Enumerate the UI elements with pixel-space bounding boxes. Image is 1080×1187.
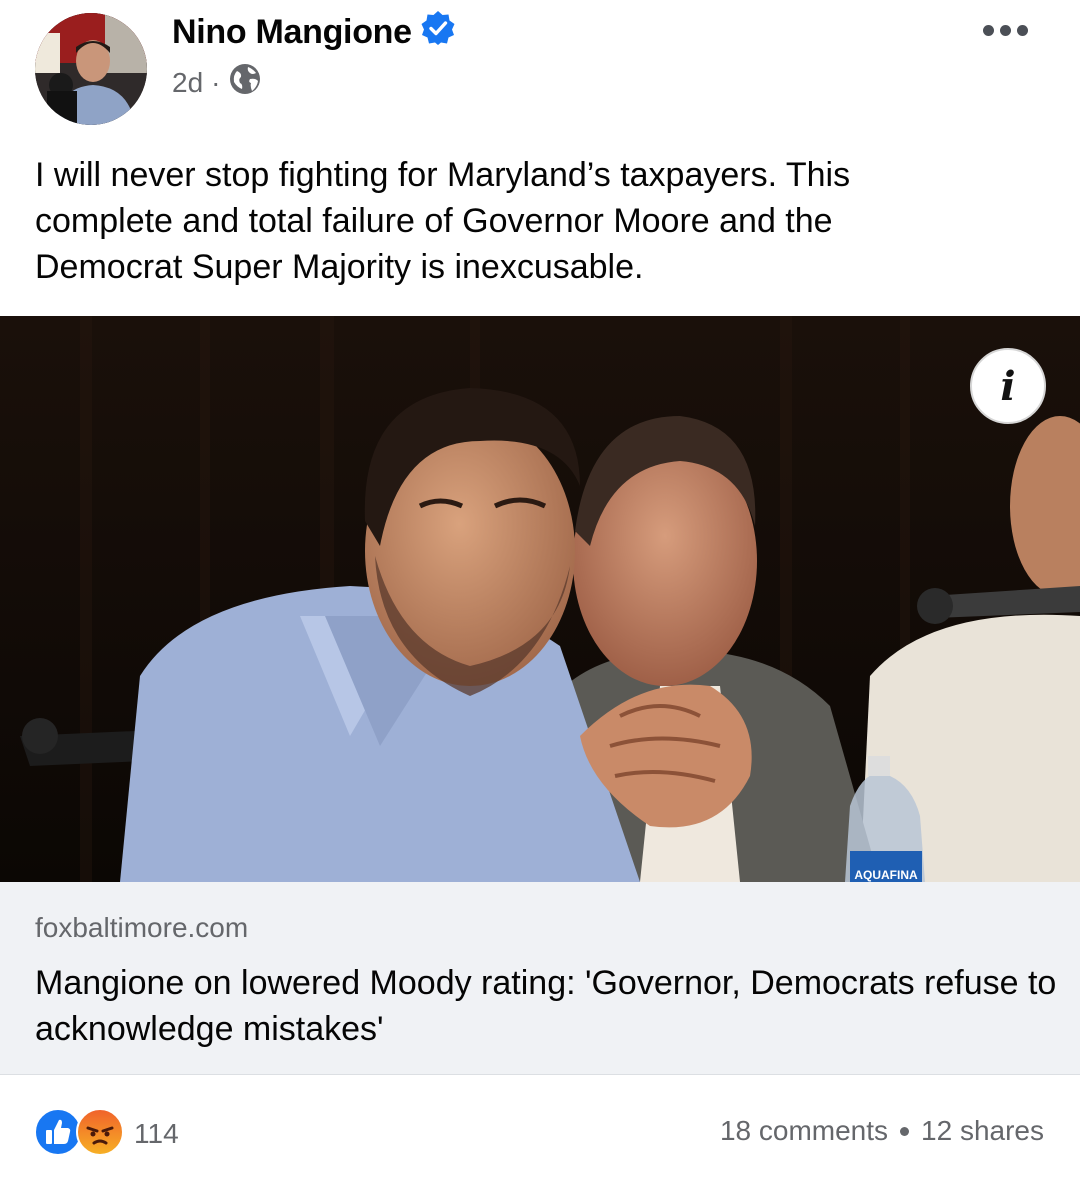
link-domain: foxbaltimore.com: [35, 912, 249, 943]
engagement-stats: 18 comments 12 shares: [720, 1115, 1044, 1147]
post-meta: 2d ·: [172, 62, 262, 103]
engagement-bar: 114 18 comments 12 shares: [0, 1075, 1080, 1187]
angry-icon: [76, 1108, 124, 1160]
author-name[interactable]: Nino Mangione: [172, 13, 412, 52]
shares-count[interactable]: 12 shares: [921, 1115, 1044, 1147]
post-time[interactable]: 2d: [172, 67, 203, 99]
info-icon: i: [1000, 362, 1016, 410]
comments-count[interactable]: 18 comments: [720, 1115, 888, 1147]
reactions-summary[interactable]: 114: [34, 1108, 179, 1160]
globe-icon: [228, 62, 262, 103]
verified-badge-icon: [420, 10, 456, 55]
post-header: Nino Mangione 2d ·: [0, 0, 1080, 130]
post-text-line: I will never stop fighting for Maryland’…: [35, 156, 851, 194]
bottle-label: AQUAFINA: [854, 868, 918, 882]
post-text-line: complete and total failure of Governor M…: [35, 202, 833, 240]
link-preview-image[interactable]: AQUAFINA: [0, 316, 1080, 882]
author-name-row: Nino Mangione: [172, 10, 456, 55]
link-title: Mangione on lowered Moody rating: 'Gover…: [35, 960, 1057, 1052]
more-dots-icon[interactable]: [983, 25, 1028, 36]
meta-separator: ·: [211, 66, 221, 98]
like-icon: [34, 1108, 82, 1160]
link-title-line: Mangione on lowered Moody rating: 'Gover…: [35, 964, 1057, 1002]
post-text-line: Democrat Super Majority is inexcusable.: [35, 248, 644, 286]
link-title-line: acknowledge mistakes': [35, 1010, 384, 1048]
reaction-count: 114: [134, 1118, 179, 1149]
stats-separator-dot: [900, 1126, 910, 1136]
more-dot: [983, 25, 994, 36]
post-text: I will never stop fighting for Maryland’…: [35, 152, 1035, 290]
more-dot: [1017, 25, 1028, 36]
link-card[interactable]: foxbaltimore.com Mangione on lowered Moo…: [0, 882, 1080, 1075]
info-button[interactable]: i: [970, 348, 1046, 424]
author-avatar[interactable]: [35, 13, 147, 125]
more-dot: [1000, 25, 1011, 36]
